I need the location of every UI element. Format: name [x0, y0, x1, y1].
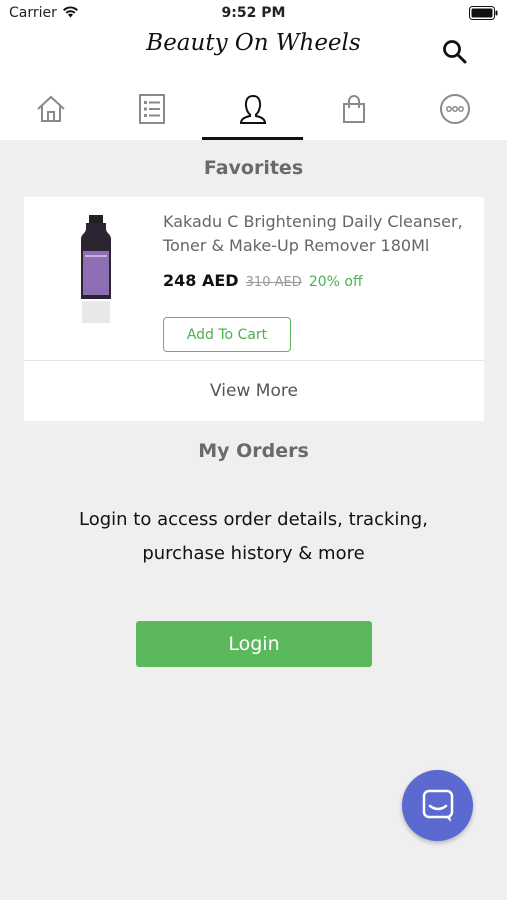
tab-bar	[0, 84, 507, 140]
my-orders-title: My Orders	[198, 440, 309, 462]
card-divider	[24, 360, 484, 361]
discount-label: 20% off	[308, 274, 363, 290]
chat-button[interactable]	[402, 770, 473, 841]
battery-icon	[469, 6, 498, 20]
status-bar: Carrier 9:52 PM	[0, 0, 507, 28]
price-row: 248 AED 310 AED 20% off	[163, 271, 363, 290]
login-message-line1: Login to access order details, tracking,	[79, 509, 428, 530]
orders-list-icon	[138, 94, 165, 124]
tab-profile[interactable]	[202, 84, 303, 140]
login-button[interactable]: Login	[136, 621, 372, 667]
tab-more[interactable]	[404, 84, 505, 140]
shopping-bag-icon	[342, 95, 365, 123]
brand-logo: Beauty On Wheels	[146, 30, 361, 56]
product-name[interactable]: Kakadu C Brightening Daily Cleanser, Ton…	[163, 210, 478, 258]
tab-bag[interactable]	[303, 84, 404, 140]
add-to-cart-button[interactable]: Add To Cart	[163, 317, 291, 352]
chat-icon	[422, 789, 454, 822]
search-icon[interactable]	[441, 38, 469, 66]
tab-home[interactable]	[0, 84, 101, 140]
home-icon	[36, 95, 65, 122]
favorites-card: Kakadu C Brightening Daily Cleanser, Ton…	[24, 197, 484, 421]
profile-icon	[239, 94, 266, 124]
app-header: Carrier 9:52 PM Beauty On Wheels	[0, 0, 507, 140]
login-message: Login to access order details, tracking,…	[0, 503, 507, 571]
favorites-title: Favorites	[203, 157, 304, 179]
more-icon	[439, 94, 470, 124]
original-price: 310 AED	[245, 275, 302, 290]
current-price: 248 AED	[163, 271, 239, 290]
status-time: 9:52 PM	[221, 5, 286, 21]
tab-orders[interactable]	[101, 84, 202, 140]
view-more-link[interactable]: View More	[24, 381, 484, 401]
product-image[interactable]	[76, 215, 116, 323]
login-message-line2: purchase history & more	[142, 543, 365, 564]
